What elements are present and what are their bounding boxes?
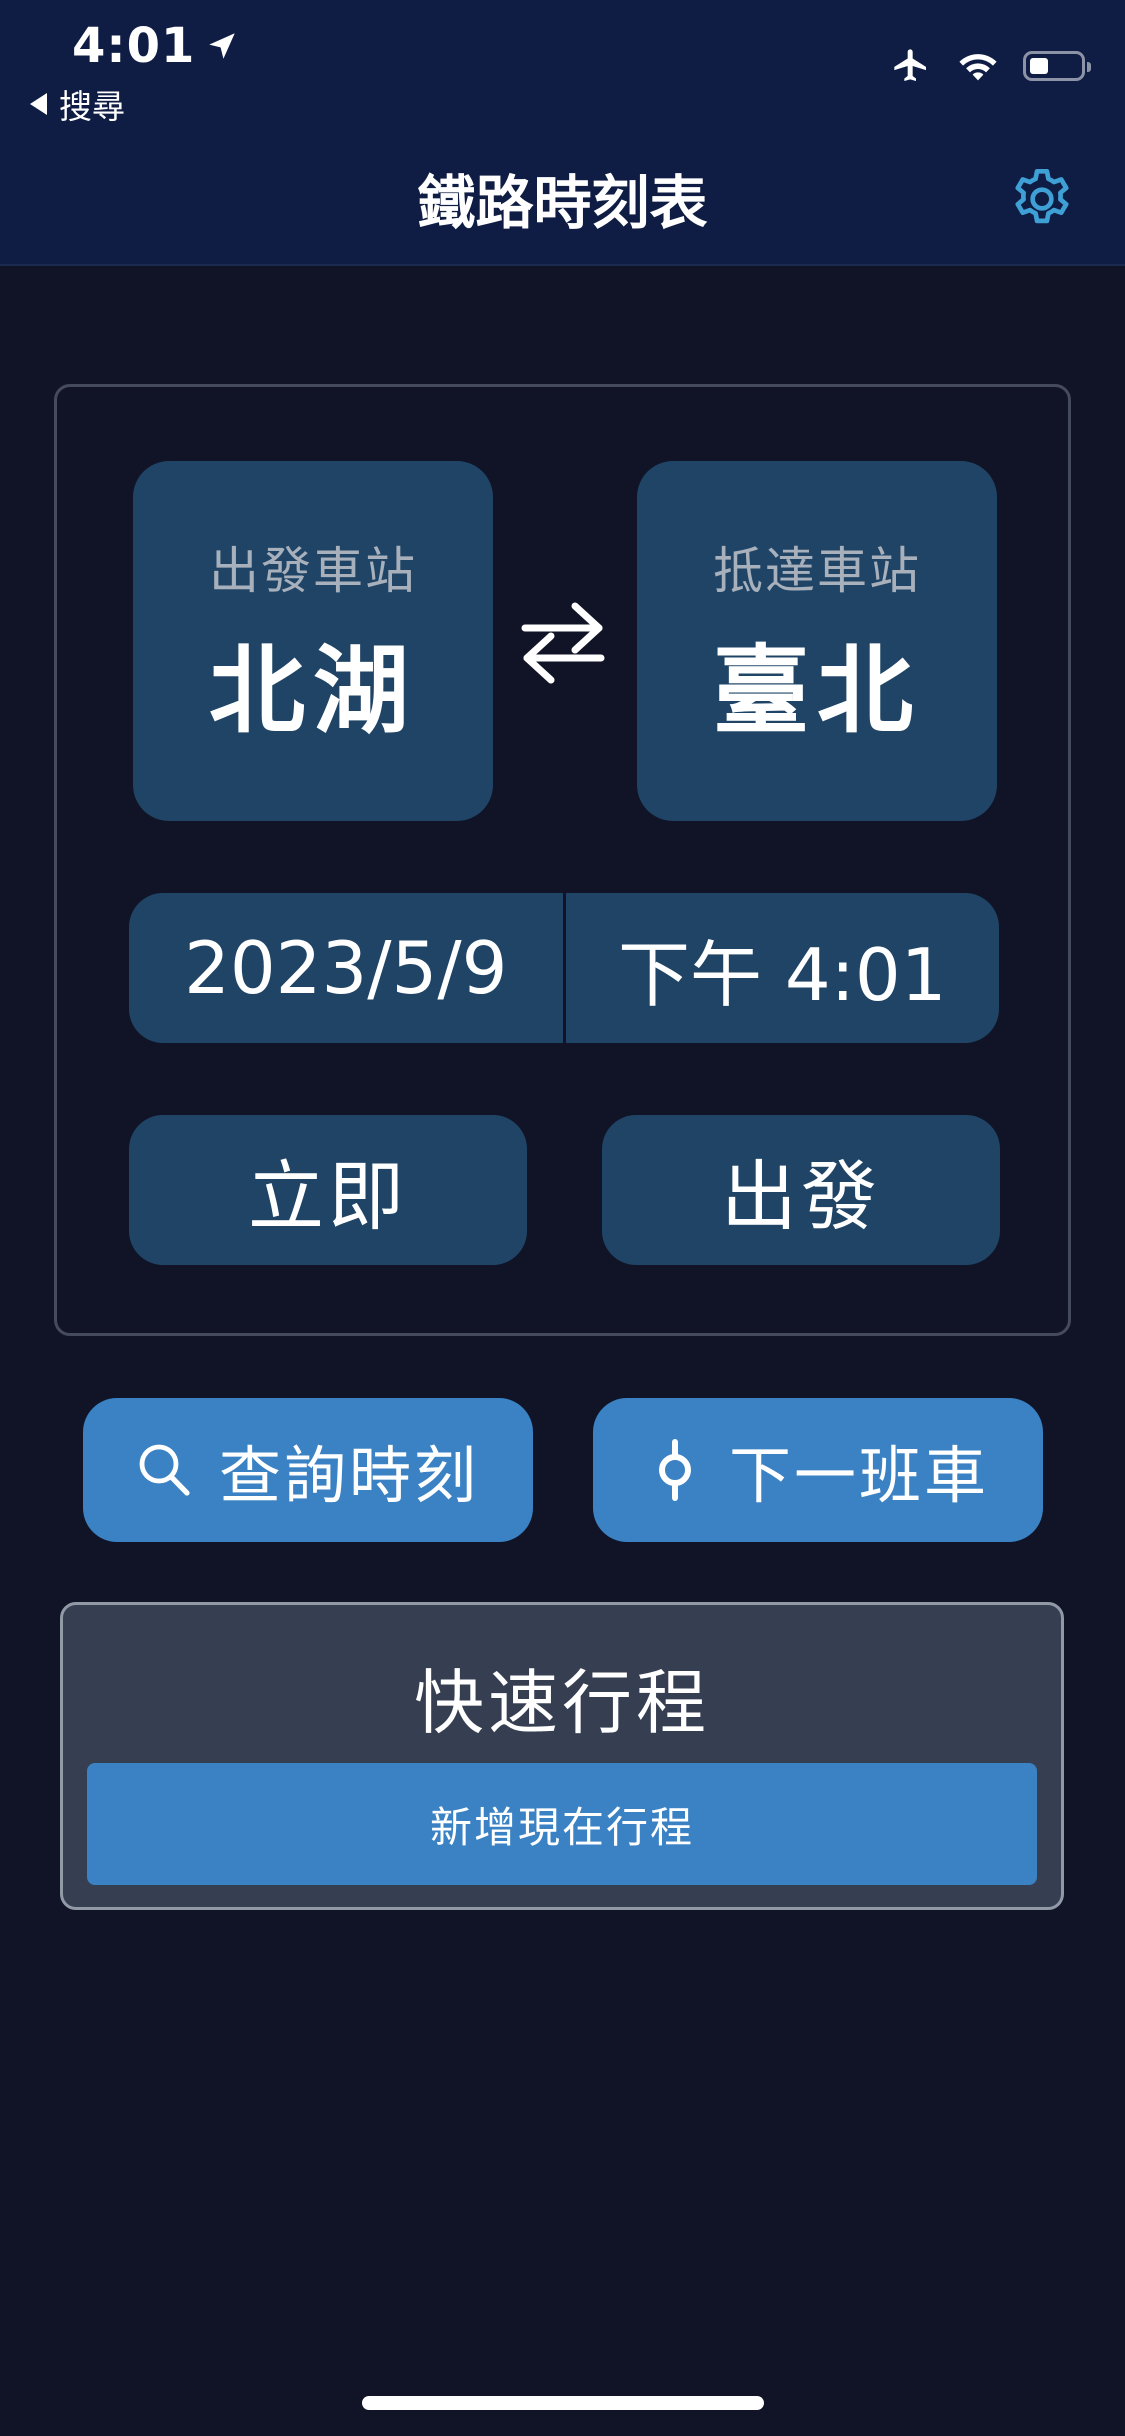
arrival-station-label: 抵達車站 bbox=[713, 541, 921, 600]
trip-settings-card: 出發車站 北湖 抵達車站 臺北 2023/5/9 下午 4:01 立即 出發 bbox=[54, 384, 1071, 1336]
app-screen: 4:01 搜尋 鐵路時刻表 出發車站 北湖 抵達車站 臺北 2023/5/9 下… bbox=[0, 0, 1125, 2436]
time-picker[interactable]: 下午 4:01 bbox=[565, 893, 999, 1043]
station-pin-icon bbox=[658, 1439, 691, 1501]
back-app-label: 搜尋 bbox=[59, 87, 125, 126]
search-timetable-label: 查詢時刻 bbox=[218, 1439, 479, 1512]
swap-arrows-icon[interactable] bbox=[517, 592, 609, 692]
back-triangle-icon bbox=[30, 93, 47, 115]
status-icons bbox=[889, 46, 1091, 86]
now-button[interactable]: 立即 bbox=[129, 1115, 527, 1265]
date-picker[interactable]: 2023/5/9 bbox=[129, 893, 563, 1043]
search-timetable-button[interactable]: 查詢時刻 bbox=[83, 1398, 533, 1542]
next-train-label: 下一班車 bbox=[728, 1439, 989, 1512]
arrival-station-name: 臺北 bbox=[713, 634, 921, 747]
departure-station-name: 北湖 bbox=[209, 634, 417, 747]
add-current-trip-button[interactable]: 新增現在行程 bbox=[87, 1763, 1037, 1885]
quick-trips-panel: 快速行程 新增現在行程 bbox=[60, 1602, 1064, 1910]
status-time-text: 4:01 bbox=[72, 18, 196, 74]
wifi-icon bbox=[959, 54, 997, 81]
page-title: 鐵路時刻表 bbox=[417, 169, 708, 237]
depart-mode-button[interactable]: 出發 bbox=[602, 1115, 1000, 1265]
departure-station-label: 出發車站 bbox=[209, 541, 417, 600]
gear-icon[interactable] bbox=[1007, 164, 1077, 234]
header: 4:01 搜尋 鐵路時刻表 bbox=[0, 0, 1125, 266]
back-to-app-link[interactable]: 搜尋 bbox=[30, 80, 125, 128]
airplane-icon bbox=[894, 49, 926, 81]
arrival-station-button[interactable]: 抵達車站 臺北 bbox=[637, 461, 997, 821]
battery-icon bbox=[1023, 51, 1091, 81]
home-indicator[interactable] bbox=[362, 2396, 764, 2410]
departure-station-button[interactable]: 出發車站 北湖 bbox=[133, 461, 493, 821]
status-time: 4:01 bbox=[72, 18, 239, 74]
location-arrow-icon bbox=[209, 33, 236, 59]
search-icon bbox=[139, 1444, 190, 1496]
datetime-selector: 2023/5/9 下午 4:01 bbox=[129, 893, 999, 1043]
next-train-button[interactable]: 下一班車 bbox=[593, 1398, 1043, 1542]
quick-trips-title: 快速行程 bbox=[414, 1662, 710, 1744]
